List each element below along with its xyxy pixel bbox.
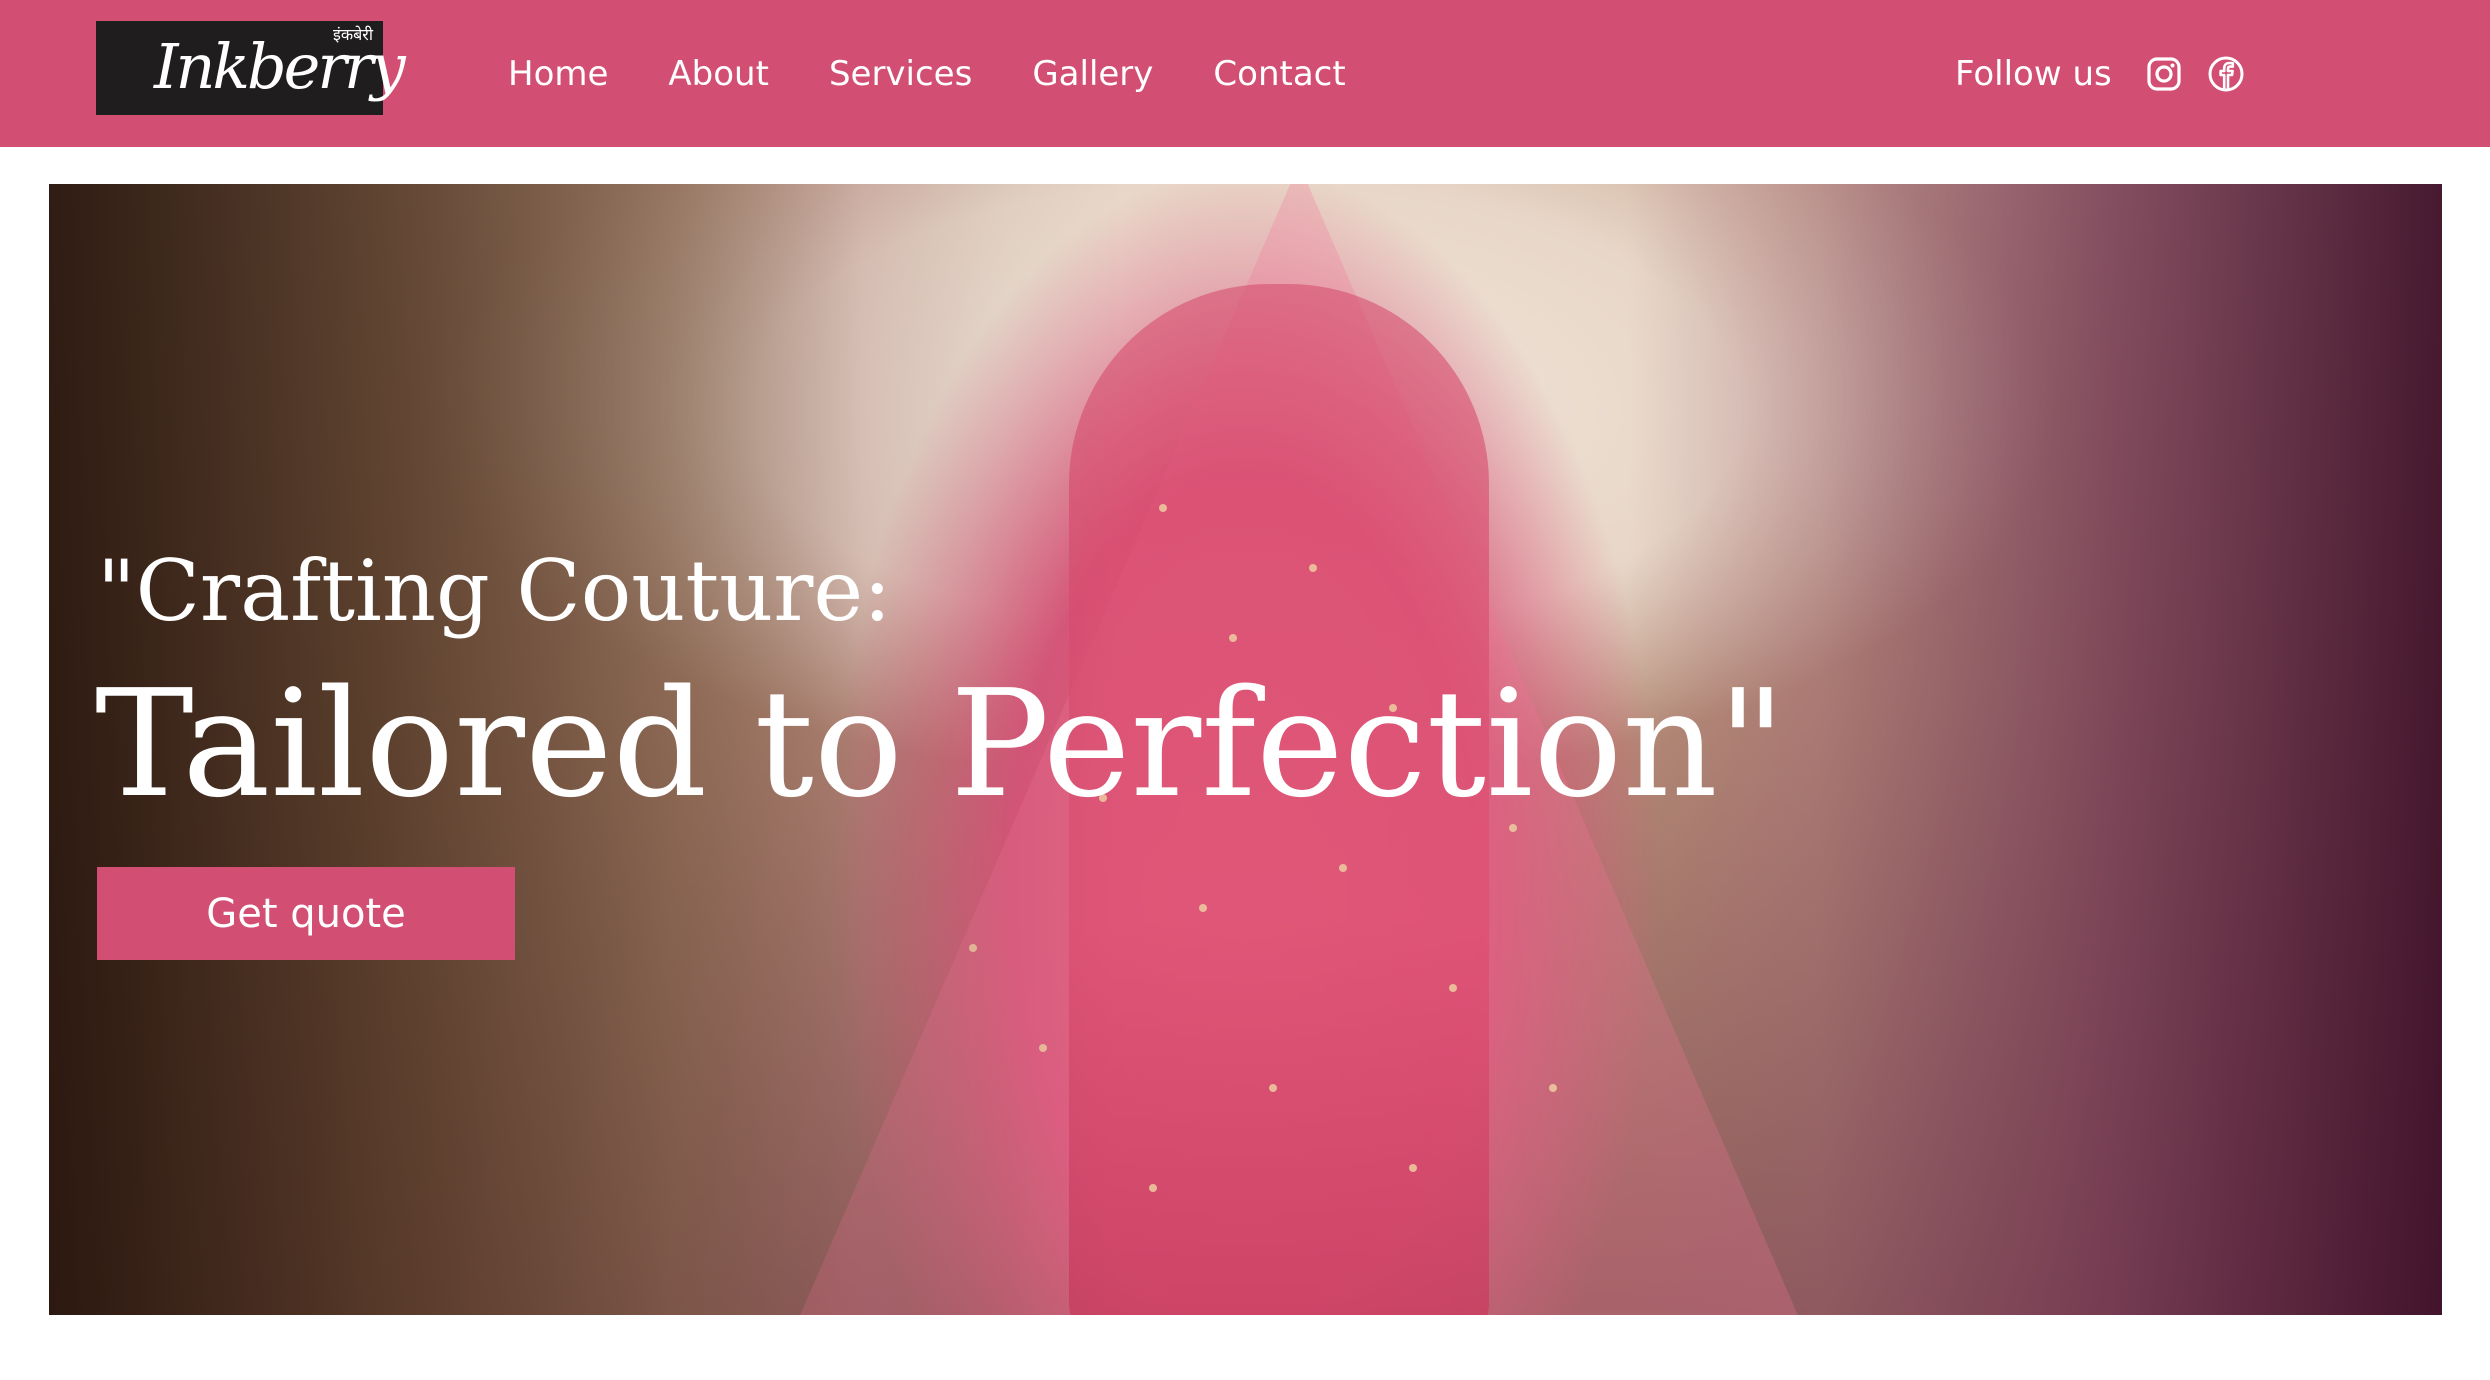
hero-subtitle: "Crafting Couture: bbox=[97, 542, 892, 640]
brand-logo[interactable]: Inkberry इंकबेरी bbox=[96, 21, 406, 115]
logo-hindi-text: इंकबेरी bbox=[333, 25, 373, 44]
hero-banner: "Crafting Couture: Tailored to Perfectio… bbox=[49, 184, 2442, 1315]
nav-link-contact[interactable]: Contact bbox=[1213, 54, 1345, 94]
get-quote-button[interactable]: Get quote bbox=[97, 867, 515, 960]
hero-title: Tailored to Perfection" bbox=[95, 658, 1786, 830]
site-header: Inkberry इंकबेरी Home About Services Gal… bbox=[0, 0, 2490, 147]
instagram-icon[interactable] bbox=[2144, 54, 2184, 94]
social-links: Follow us bbox=[1955, 44, 2268, 104]
nav-link-services[interactable]: Services bbox=[829, 54, 972, 94]
nav-link-gallery[interactable]: Gallery bbox=[1032, 54, 1153, 94]
follow-us-label: Follow us bbox=[1955, 54, 2112, 94]
facebook-icon[interactable] bbox=[2206, 54, 2246, 94]
nav-link-about[interactable]: About bbox=[668, 54, 769, 94]
nav-link-home[interactable]: Home bbox=[508, 54, 608, 94]
main-nav: Home About Services Gallery Contact bbox=[508, 44, 1406, 104]
